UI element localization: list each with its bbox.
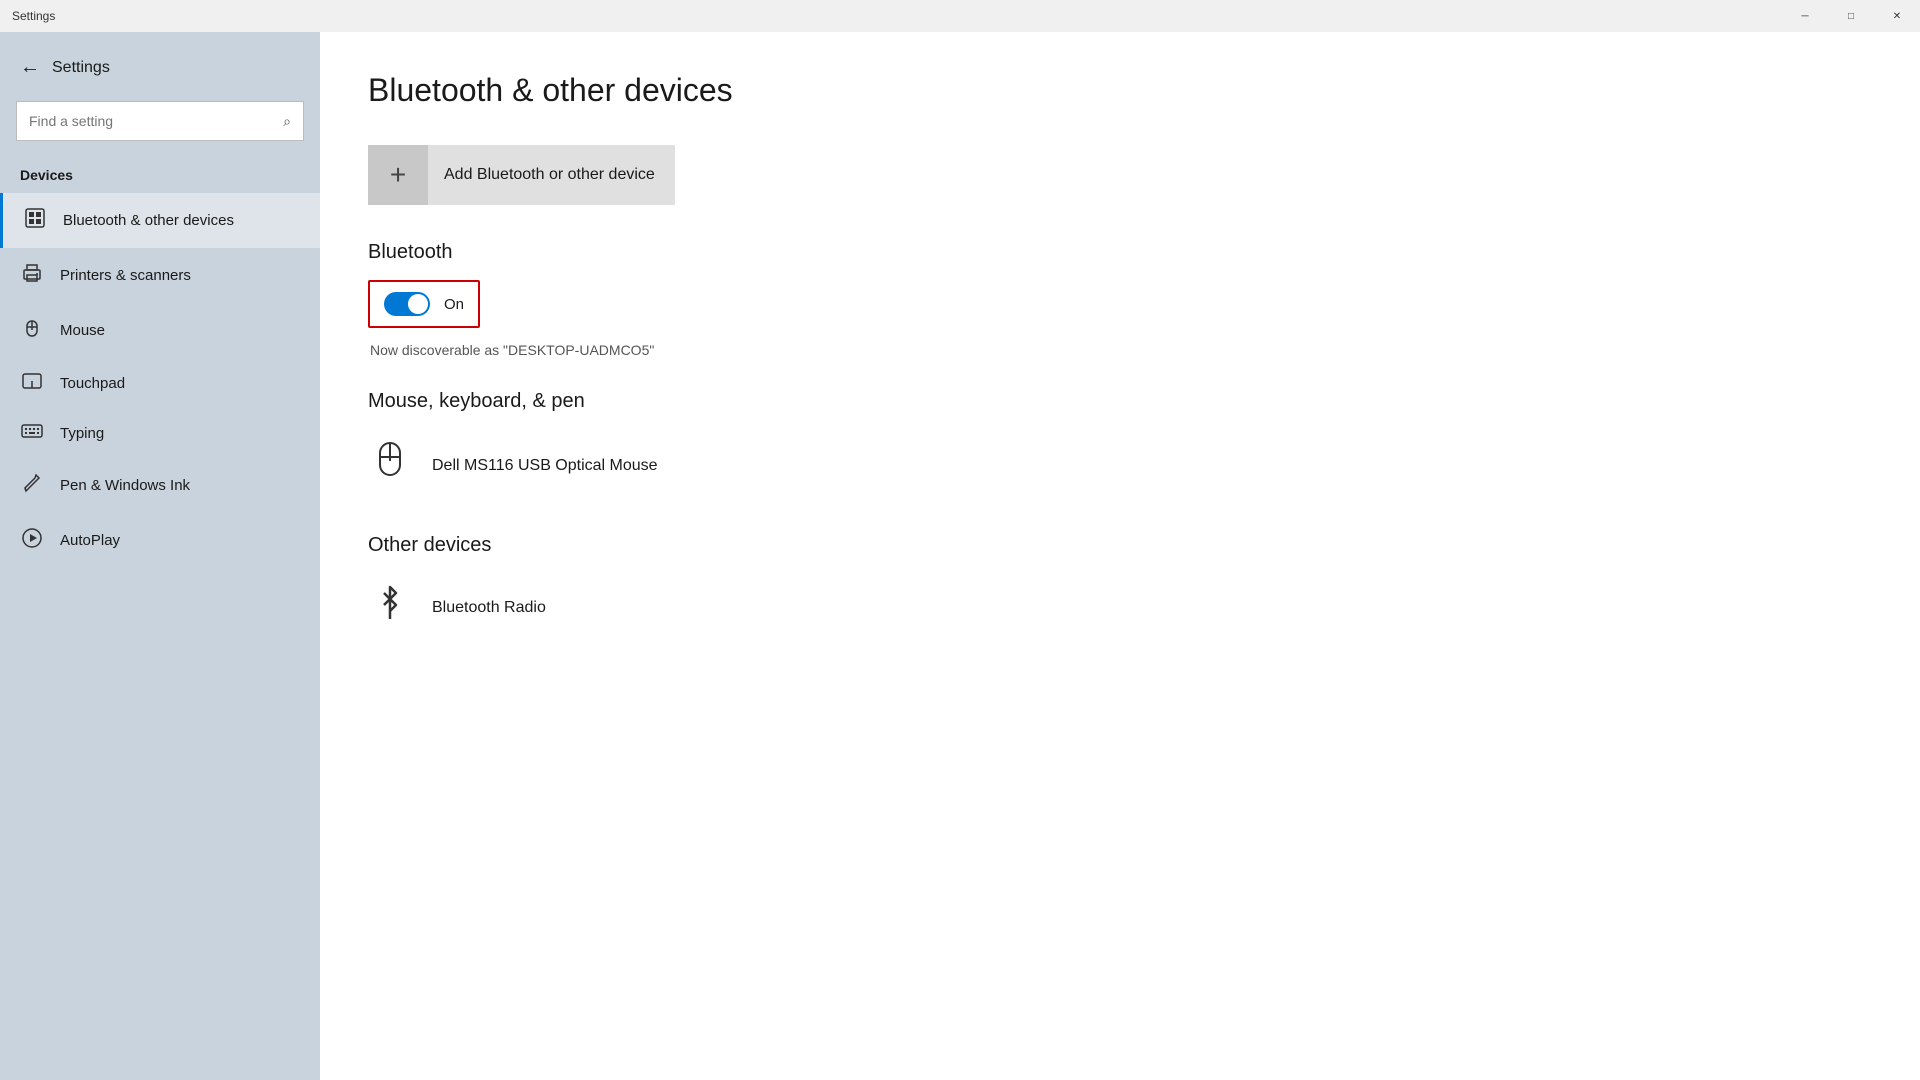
pen-icon bbox=[20, 472, 44, 499]
search-input[interactable] bbox=[29, 113, 283, 129]
sidebar-item-autoplay[interactable]: AutoPlay bbox=[0, 513, 320, 568]
sidebar-item-bluetooth[interactable]: Bluetooth & other devices bbox=[0, 193, 320, 248]
autoplay-icon bbox=[20, 527, 44, 554]
maximize-button[interactable]: □ bbox=[1828, 0, 1874, 32]
mouse-device-name: Dell MS116 USB Optical Mouse bbox=[432, 457, 658, 475]
printers-icon bbox=[20, 262, 44, 289]
titlebar-left: Settings bbox=[12, 9, 55, 23]
touchpad-item-label: Touchpad bbox=[60, 375, 125, 392]
add-device-label: Add Bluetooth or other device bbox=[444, 166, 675, 184]
sidebar: ← Settings ⌕ Devices Bluetooth & other d… bbox=[0, 32, 320, 1080]
mouse-section-title: Mouse, keyboard, & pen bbox=[368, 390, 1872, 413]
mouse-item-label: Mouse bbox=[60, 322, 105, 339]
bluetooth-radio-icon bbox=[368, 583, 412, 632]
bluetooth-radio-item: Bluetooth Radio bbox=[368, 573, 1872, 642]
bluetooth-item-label: Bluetooth & other devices bbox=[63, 212, 234, 229]
typing-item-label: Typing bbox=[60, 425, 104, 442]
app-title: Settings bbox=[12, 9, 55, 23]
touchpad-icon bbox=[20, 372, 44, 395]
typing-icon bbox=[20, 423, 44, 444]
toggle-knob bbox=[408, 294, 428, 314]
pen-item-label: Pen & Windows Ink bbox=[60, 477, 190, 494]
sidebar-item-touchpad[interactable]: Touchpad bbox=[0, 358, 320, 409]
sidebar-section-label: Devices bbox=[0, 161, 320, 193]
bluetooth-toggle-label: On bbox=[444, 296, 464, 313]
mouse-device-icon bbox=[368, 439, 412, 492]
other-section-title: Other devices bbox=[368, 534, 1872, 557]
page-title: Bluetooth & other devices bbox=[368, 72, 1872, 109]
mouse-device-item: Dell MS116 USB Optical Mouse bbox=[368, 429, 1872, 502]
bluetooth-devices-icon bbox=[23, 207, 47, 234]
back-icon: ← bbox=[20, 56, 40, 79]
app-container: ← Settings ⌕ Devices Bluetooth & other d… bbox=[0, 32, 1920, 1080]
sidebar-item-mouse[interactable]: Mouse bbox=[0, 303, 320, 358]
discoverable-text: Now discoverable as "DESKTOP-UADMCO5" bbox=[370, 342, 1872, 358]
titlebar: Settings ─ □ ✕ bbox=[0, 0, 1920, 32]
printers-item-label: Printers & scanners bbox=[60, 267, 191, 284]
add-device-button[interactable]: + Add Bluetooth or other device bbox=[368, 145, 675, 205]
minimize-button[interactable]: ─ bbox=[1782, 0, 1828, 32]
bluetooth-section-title: Bluetooth bbox=[368, 241, 1872, 264]
bluetooth-section: Bluetooth On Now discoverable as "DESKTO… bbox=[368, 241, 1872, 358]
back-button[interactable]: ← Settings bbox=[0, 44, 320, 91]
sidebar-item-typing[interactable]: Typing bbox=[0, 409, 320, 458]
autoplay-item-label: AutoPlay bbox=[60, 532, 120, 549]
mouse-icon bbox=[20, 317, 44, 344]
search-icon: ⌕ bbox=[283, 113, 291, 130]
other-devices-section: Other devices Bluetooth Radio bbox=[368, 534, 1872, 642]
add-device-icon: + bbox=[368, 145, 428, 205]
sidebar-item-printers[interactable]: Printers & scanners bbox=[0, 248, 320, 303]
bluetooth-toggle[interactable] bbox=[384, 292, 430, 316]
main-panel: Bluetooth & other devices + Add Bluetoot… bbox=[320, 32, 1920, 1080]
settings-home-label: Settings bbox=[52, 59, 110, 77]
sidebar-item-pen[interactable]: Pen & Windows Ink bbox=[0, 458, 320, 513]
bluetooth-radio-name: Bluetooth Radio bbox=[432, 599, 546, 617]
mouse-section: Mouse, keyboard, & pen Dell MS116 USB Op… bbox=[368, 390, 1872, 502]
titlebar-controls: ─ □ ✕ bbox=[1782, 0, 1920, 32]
bluetooth-toggle-row: On bbox=[368, 280, 480, 328]
search-box: ⌕ bbox=[16, 101, 304, 141]
close-button[interactable]: ✕ bbox=[1874, 0, 1920, 32]
